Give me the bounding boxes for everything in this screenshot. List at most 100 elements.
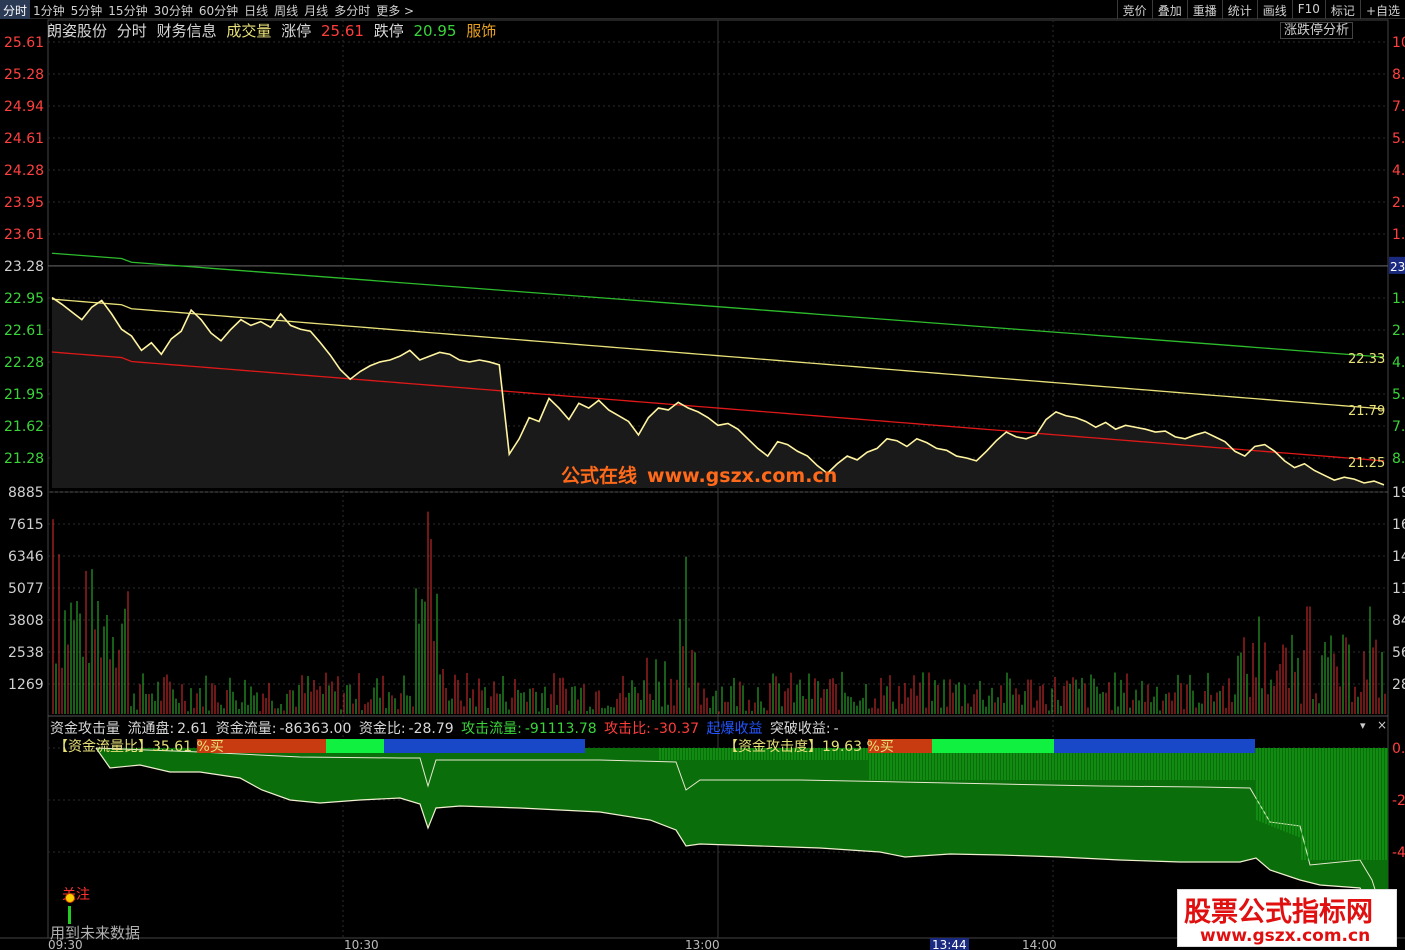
limit-up-label: 涨停 bbox=[281, 22, 312, 40]
ratio-label: 资金比: bbox=[358, 721, 406, 737]
price-tick-label: 25.28 bbox=[4, 67, 44, 83]
volume-right-label: 28 bbox=[1392, 677, 1405, 693]
time-label: 09:30 bbox=[48, 938, 83, 950]
price-tick-label: 24.28 bbox=[4, 163, 44, 179]
tab-finance[interactable]: 财务信息 bbox=[157, 22, 217, 40]
price-tick-label: 21.62 bbox=[4, 419, 44, 435]
chevron-down-icon[interactable]: ▾ bbox=[1360, 719, 1366, 732]
price-tick-label: 25.61 bbox=[4, 35, 44, 51]
price-tick-label: 21.28 bbox=[4, 451, 44, 467]
time-label: 14:00 bbox=[1022, 938, 1057, 950]
time-label: 10:30 bbox=[344, 938, 379, 950]
watermark-url: www.gszx.com.cn bbox=[647, 465, 838, 487]
attack-flow-label: 攻击流量: bbox=[461, 721, 522, 737]
watermark-name: 公式在线 bbox=[561, 465, 638, 487]
break-gain-label: 突破收益: bbox=[769, 721, 831, 737]
period-tab[interactable]: 更多 > bbox=[373, 0, 417, 19]
price-tick-label: 22.28 bbox=[4, 355, 44, 371]
indicator-header: 资金攻击量 流通盘: 2.61 资金流量: -86363.00 资金比: -28.79… bbox=[50, 718, 842, 738]
limit-down-label: 跌停 bbox=[373, 22, 404, 40]
price-tick-label: 23.28 bbox=[4, 259, 44, 275]
limit-analysis-button[interactable]: 涨跌停分析 bbox=[1279, 22, 1353, 39]
attack-ratio-value: -30.37 bbox=[653, 721, 700, 737]
toolbar: 分时 1分钟 5分钟 15分钟 30分钟 60分钟 日线 周线 月线 多分时 更多 > 竞价 叠加 重播… bbox=[0, 0, 1405, 19]
limit-down-value: 20.95 bbox=[413, 22, 457, 40]
pct-tick-label: 5. bbox=[1392, 131, 1405, 147]
pct-tick-label: 4. bbox=[1392, 355, 1405, 371]
flow-ratio-bar-blue bbox=[384, 739, 585, 753]
tool-button[interactable]: 叠加 bbox=[1151, 0, 1187, 19]
close-icon[interactable]: × bbox=[1377, 718, 1387, 732]
time-label-highlight: 13:44 bbox=[930, 938, 969, 950]
tool-button[interactable]: 竞价 bbox=[1116, 0, 1152, 19]
follow-icon[interactable] bbox=[65, 893, 75, 903]
volume-tick-label: 7615 bbox=[8, 517, 44, 533]
tool-button[interactable]: +自选 bbox=[1359, 0, 1405, 19]
period-tab[interactable]: 周线 bbox=[271, 0, 301, 19]
tab-intraday[interactable]: 分时 bbox=[117, 22, 147, 40]
period-tab[interactable]: 日线 bbox=[241, 0, 271, 19]
flow-value: -86363.00 bbox=[279, 721, 352, 737]
attack-degree-bar-green bbox=[932, 739, 1054, 753]
period-tab[interactable]: 分时 bbox=[0, 0, 31, 19]
pct-tick-label: 7. bbox=[1392, 99, 1405, 115]
period-tab[interactable]: 60分钟 bbox=[196, 0, 241, 19]
volume-tick-label: 3808 bbox=[8, 613, 44, 629]
price-tick-label: 23.61 bbox=[4, 227, 44, 243]
period-tab[interactable]: 月线 bbox=[301, 0, 331, 19]
pct-tick-label: 8. bbox=[1392, 67, 1405, 83]
industry-label[interactable]: 服饰 bbox=[466, 22, 496, 40]
current-price-tag-label: 23 bbox=[1390, 260, 1405, 274]
pct-tick-label: 1. bbox=[1392, 291, 1405, 307]
pct-tick-label: 10 bbox=[1392, 35, 1405, 51]
indicator-name[interactable]: 资金攻击量 bbox=[50, 721, 120, 737]
price-tick-label: 22.61 bbox=[4, 323, 44, 339]
break-gain-value: - bbox=[833, 721, 839, 737]
tool-button[interactable]: 画线 bbox=[1256, 0, 1292, 19]
float-label: 流通盘: bbox=[127, 721, 175, 737]
ratio-value: -28.79 bbox=[408, 721, 454, 737]
indicator-right-label: -2 bbox=[1392, 793, 1405, 809]
volume-tick-label: 5077 bbox=[8, 581, 44, 597]
volume-label[interactable]: 成交量 bbox=[226, 22, 271, 40]
pct-tick-label: 5. bbox=[1392, 387, 1405, 403]
tool-button[interactable]: 重播 bbox=[1186, 0, 1222, 19]
price-tick-label: 24.94 bbox=[4, 99, 44, 115]
period-tab[interactable]: 1分钟 bbox=[30, 0, 68, 19]
price-tick-label: 24.61 bbox=[4, 131, 44, 147]
volume-right-label: 84 bbox=[1392, 613, 1405, 629]
tool-button[interactable]: 统计 bbox=[1221, 0, 1257, 19]
attack-degree-bar-blue bbox=[1054, 739, 1255, 753]
period-tab[interactable]: 5分钟 bbox=[68, 0, 106, 19]
pct-tick-label: 8. bbox=[1392, 451, 1405, 467]
tool-button[interactable]: F10 bbox=[1291, 0, 1325, 19]
volume-right-label: 56 bbox=[1392, 645, 1405, 661]
flow-ratio-bar-green bbox=[326, 739, 384, 753]
price-tick-label: 23.95 bbox=[4, 195, 44, 211]
limit-up-value: 25.61 bbox=[320, 22, 364, 40]
pct-tick-label: 2. bbox=[1392, 195, 1405, 211]
volume-right-label: 19 bbox=[1392, 485, 1405, 501]
tool-tabs: 竞价 叠加 重播 统计 画线 F10 标记 +自选 bbox=[1116, 0, 1405, 19]
flow-label: 资金流量: bbox=[215, 721, 277, 737]
volume-tick-label: 2538 bbox=[8, 645, 44, 661]
volume-right-label: 14 bbox=[1392, 549, 1405, 565]
period-tab[interactable]: 15分钟 bbox=[105, 0, 150, 19]
volume-tick-label: 6346 bbox=[8, 549, 44, 565]
pct-tick-label: 2. bbox=[1392, 323, 1405, 339]
volume-right-label: 11 bbox=[1392, 581, 1405, 597]
period-tab[interactable]: 30分钟 bbox=[151, 0, 196, 19]
pct-tick-label: 7. bbox=[1392, 419, 1405, 435]
attack-ratio-label: 攻击比: bbox=[604, 721, 651, 737]
price-tick-label: 22.95 bbox=[4, 291, 44, 307]
watermark: 公式在线 www.gszx.com.cn bbox=[561, 461, 837, 488]
volume-right-label: 16 bbox=[1392, 517, 1405, 533]
period-tab[interactable]: 多分时 bbox=[331, 0, 373, 19]
line-end-label: 21.79 bbox=[1348, 404, 1385, 419]
attack-degree-label: 【资金攻击度】19.63 %买 bbox=[724, 739, 894, 755]
brand-title: 股票公式指标网 bbox=[1184, 897, 1373, 928]
volume-tick-label: 8885 bbox=[8, 485, 44, 501]
stock-name[interactable]: 朗姿股份 bbox=[47, 22, 107, 40]
flow-ratio-label: 【资金流量比】35.61 %买 bbox=[54, 739, 224, 755]
tool-button[interactable]: 标记 bbox=[1324, 0, 1360, 19]
